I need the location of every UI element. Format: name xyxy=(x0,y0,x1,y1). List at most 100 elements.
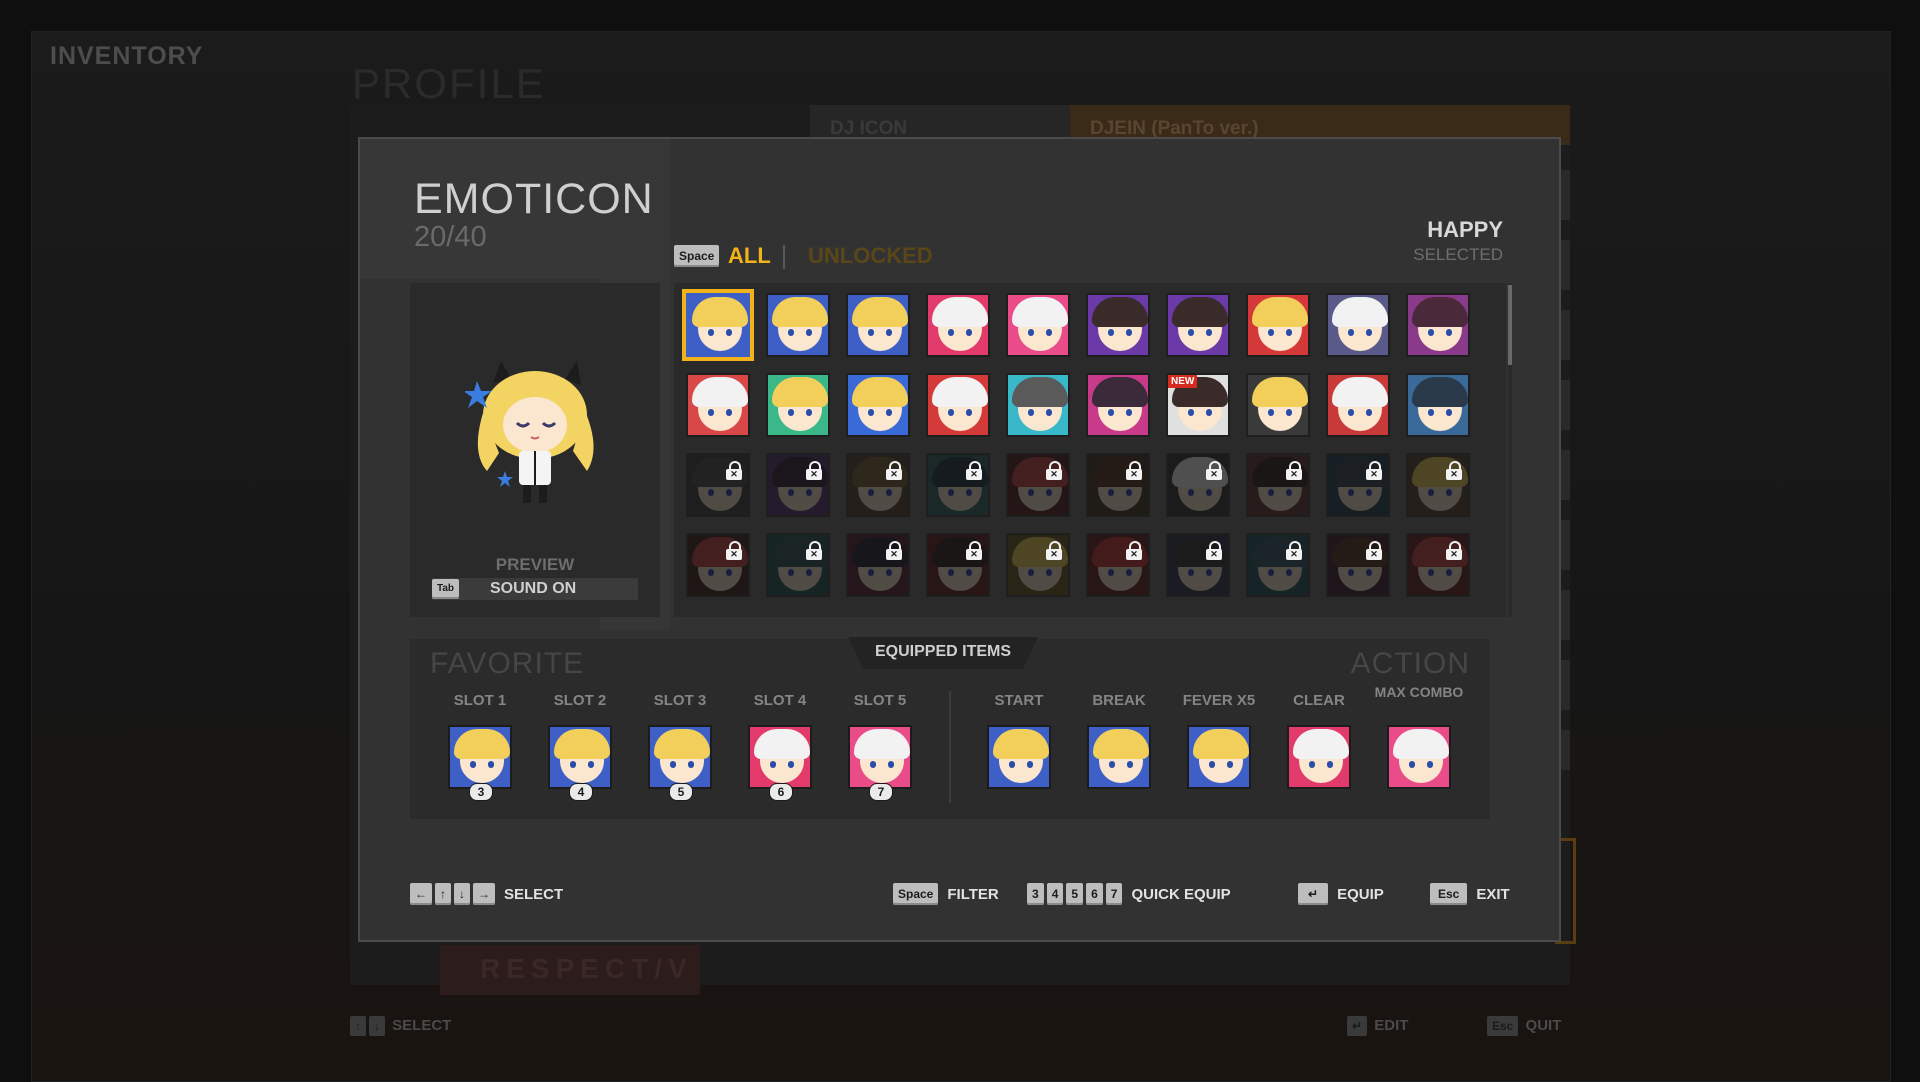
locked-emoticon[interactable]: ✕ xyxy=(1406,453,1470,517)
emoticon-item[interactable] xyxy=(1326,293,1390,357)
locked-emoticon[interactable]: ✕ xyxy=(766,533,830,597)
emoticon-hair xyxy=(1092,377,1148,407)
emoticon-item[interactable] xyxy=(1006,293,1070,357)
emoticon-eye xyxy=(1206,409,1212,416)
locked-emoticon[interactable]: ✕ xyxy=(1006,533,1070,597)
favorite-slot-label: SLOT 2 xyxy=(553,692,607,709)
emoticon-hair xyxy=(1012,297,1068,327)
emoticon-hair xyxy=(692,377,748,407)
emoticon-item[interactable] xyxy=(1166,293,1230,357)
esc-key[interactable]: Esc xyxy=(1430,883,1468,905)
emoticon-eye xyxy=(1227,761,1233,768)
locked-emoticon[interactable]: ✕ xyxy=(1326,533,1390,597)
arrow-left-key[interactable]: ← xyxy=(410,883,432,905)
locked-emoticon[interactable]: ✕ xyxy=(1246,453,1310,517)
favorite-slot-icon[interactable] xyxy=(548,725,612,789)
emoticon-grid-panel: NEW ✕ ✕ ✕ ✕ ✕ ✕ ✕ ✕ ✕ ✕ ✕ ✕ ✕ ✕ ✕ ✕ ✕ ✕ ✕ ✕ xyxy=(674,283,1506,617)
grid-scrollbar-thumb[interactable] xyxy=(1508,285,1512,365)
emoticon-item[interactable] xyxy=(766,293,830,357)
locked-emoticon[interactable]: ✕ xyxy=(686,533,750,597)
emoticon-item[interactable] xyxy=(686,373,750,437)
emoticon-eye xyxy=(886,409,892,416)
locked-emoticon[interactable]: ✕ xyxy=(926,533,990,597)
tab-key: Tab xyxy=(432,579,460,599)
locked-emoticon[interactable]: ✕ xyxy=(1406,533,1470,597)
slot-number-badge: 6 xyxy=(769,783,793,801)
emoticon-item[interactable] xyxy=(1006,373,1070,437)
arrow-up-key[interactable]: ↑ xyxy=(435,883,451,905)
lock-icon: ✕ xyxy=(1366,461,1382,480)
enter-key[interactable]: ↵ xyxy=(1298,883,1329,905)
arrow-right-key[interactable]: → xyxy=(473,883,495,905)
locked-emoticon[interactable]: ✕ xyxy=(846,453,910,517)
arrow-down-key[interactable]: ↓ xyxy=(454,883,470,905)
emoticon-eye xyxy=(1126,409,1132,416)
action-slot-icon[interactable] xyxy=(1187,725,1251,789)
key-3[interactable]: 3 xyxy=(1027,883,1044,905)
key-7[interactable]: 7 xyxy=(1105,883,1123,905)
action-slot-icon[interactable] xyxy=(1287,725,1351,789)
sound-label: SOUND ON xyxy=(490,580,577,597)
emoticon-count: 20/40 xyxy=(414,221,487,253)
locked-emoticon[interactable]: ✕ xyxy=(686,453,750,517)
emoticon-item[interactable] xyxy=(1406,373,1470,437)
locked-emoticon[interactable]: ✕ xyxy=(766,453,830,517)
sound-toggle[interactable]: Tab SOUND ON xyxy=(432,578,638,600)
action-slot-label: START xyxy=(994,692,1044,709)
emoticon-item[interactable] xyxy=(926,293,990,357)
emoticon-eye xyxy=(870,761,876,768)
emoticon-eye xyxy=(1348,409,1354,416)
emoticon-hair xyxy=(772,377,828,407)
emoticon-eye xyxy=(1286,329,1292,336)
key-5[interactable]: 5 xyxy=(1066,883,1084,905)
lock-icon: ✕ xyxy=(1046,461,1062,480)
emoticon-item[interactable] xyxy=(846,293,910,357)
emoticon-item[interactable] xyxy=(1086,373,1150,437)
filter-key[interactable]: Space xyxy=(674,245,720,267)
emoticon-hair xyxy=(1393,729,1449,759)
locked-emoticon[interactable]: ✕ xyxy=(1166,453,1230,517)
locked-emoticon[interactable]: ✕ xyxy=(1086,453,1150,517)
lock-icon: ✕ xyxy=(806,461,822,480)
space-key[interactable]: Space xyxy=(893,883,939,905)
emoticon-eye xyxy=(1309,761,1315,768)
emoticon-item[interactable] xyxy=(1246,293,1310,357)
lock-icon: ✕ xyxy=(886,461,902,480)
favorite-slot-icon[interactable] xyxy=(448,725,512,789)
emoticon-item[interactable] xyxy=(1326,373,1390,437)
favorite-slot-icon[interactable] xyxy=(648,725,712,789)
quick-equip-control: 3 4 5 6 7 QUICK EQUIP xyxy=(1027,882,1231,906)
tab-unlocked[interactable]: UNLOCKED xyxy=(808,243,933,269)
emoticon-eye xyxy=(788,761,794,768)
emoticon-eye xyxy=(1108,409,1114,416)
emoticon-hair xyxy=(1092,297,1148,327)
action-slot-icon[interactable] xyxy=(1087,725,1151,789)
favorite-slot-icon[interactable] xyxy=(848,725,912,789)
emoticon-item[interactable] xyxy=(846,373,910,437)
tab-all[interactable]: ALL xyxy=(728,243,771,269)
emoticon-item[interactable] xyxy=(1086,293,1150,357)
emoticon-item[interactable] xyxy=(1246,373,1310,437)
locked-emoticon[interactable]: ✕ xyxy=(1166,533,1230,597)
emoticon-eye xyxy=(1446,329,1452,336)
key-6[interactable]: 6 xyxy=(1086,883,1103,905)
emoticon-eye xyxy=(888,761,894,768)
favorite-slot-icon[interactable] xyxy=(748,725,812,789)
key-4[interactable]: 4 xyxy=(1046,883,1064,905)
emoticon-item[interactable]: NEW xyxy=(1166,373,1230,437)
lock-icon: ✕ xyxy=(1286,461,1302,480)
locked-emoticon[interactable]: ✕ xyxy=(1086,533,1150,597)
emoticon-eye xyxy=(1209,761,1215,768)
emoticon-item[interactable] xyxy=(766,373,830,437)
locked-emoticon[interactable]: ✕ xyxy=(1326,453,1390,517)
locked-emoticon[interactable]: ✕ xyxy=(846,533,910,597)
locked-emoticon[interactable]: ✕ xyxy=(1006,453,1070,517)
emoticon-item[interactable] xyxy=(1406,293,1470,357)
action-slot-icon[interactable] xyxy=(1387,725,1451,789)
locked-emoticon[interactable]: ✕ xyxy=(926,453,990,517)
emoticon-item[interactable] xyxy=(682,289,754,361)
locked-emoticon[interactable]: ✕ xyxy=(1246,533,1310,597)
favorite-slot-label: SLOT 3 xyxy=(653,692,707,709)
emoticon-item[interactable] xyxy=(926,373,990,437)
action-slot-icon[interactable] xyxy=(987,725,1051,789)
